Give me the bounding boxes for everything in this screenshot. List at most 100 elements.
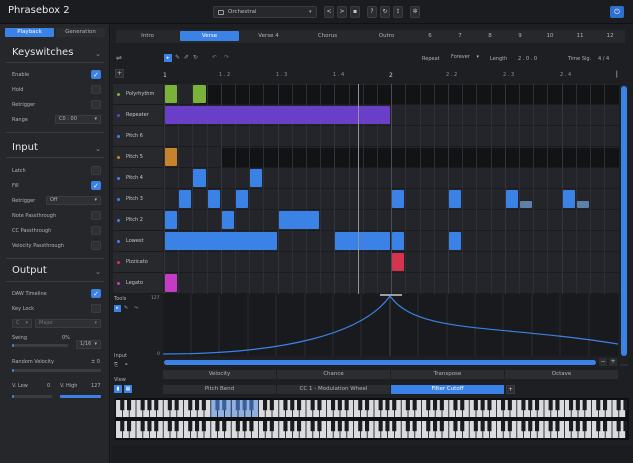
note-block[interactable] — [165, 274, 178, 292]
note-block[interactable] — [278, 211, 320, 229]
tab-cc[interactable]: Filter Cutoff — [391, 385, 504, 394]
tab-section-8[interactable]: 8 — [476, 31, 504, 41]
piano-view-icon[interactable]: ▮ — [114, 385, 122, 393]
next-preset-button[interactable]: > — [337, 6, 347, 18]
note-block[interactable] — [392, 190, 405, 208]
lane-label[interactable]: Pitch 6 — [113, 126, 163, 147]
vlow-slider[interactable] — [12, 395, 52, 398]
note-block[interactable] — [335, 232, 391, 250]
lane-label[interactable]: Repeater — [113, 105, 163, 126]
vertical-scrollbar[interactable] — [620, 84, 628, 364]
note-block[interactable] — [221, 211, 234, 229]
tab-generation[interactable]: Generation — [56, 28, 105, 37]
note-block[interactable] — [165, 106, 391, 124]
swing-slider[interactable] — [12, 344, 68, 347]
lane-label[interactable]: Pitch 3 — [113, 189, 163, 210]
range-select[interactable]: C0 : 00 ▾ — [55, 115, 101, 124]
tab-param-transpose[interactable]: Transpose — [391, 370, 504, 379]
vhigh-slider[interactable] — [60, 395, 101, 398]
lane-label[interactable]: Pizzicato — [113, 252, 163, 273]
tab-section-9[interactable]: 9 — [506, 31, 534, 41]
tab-section-outro[interactable]: Outro — [357, 31, 416, 41]
zoom-in-button[interactable]: + — [609, 358, 617, 366]
tab-section-verse[interactable]: Verse — [180, 31, 239, 41]
note-block[interactable] — [165, 148, 178, 166]
piano-keyboard[interactable] — [115, 398, 629, 440]
retrigger-select[interactable]: Off ▾ — [46, 196, 101, 205]
tab-param-octave[interactable]: Octave — [505, 370, 618, 379]
curve-tool-icon[interactable]: ⤳ — [134, 305, 138, 311]
playhead[interactable] — [358, 84, 359, 294]
random-velocity-slider[interactable] — [12, 369, 101, 372]
chevron-down-icon[interactable]: ⌄ — [95, 268, 101, 276]
note-block[interactable] — [193, 169, 206, 187]
tab-section-10[interactable]: 10 — [536, 31, 564, 41]
chevron-down-icon[interactable]: ⌄ — [95, 145, 101, 153]
add-lane-button[interactable]: + — [115, 69, 124, 78]
export-icon[interactable]: ⇪ — [393, 6, 403, 18]
undo-icon[interactable]: ↶ — [212, 54, 217, 61]
lane-label[interactable]: Pitch 5 — [113, 147, 163, 168]
refresh-icon[interactable]: ↻ — [380, 6, 390, 18]
note-block[interactable] — [505, 190, 518, 208]
latch-checkbox[interactable] — [91, 166, 101, 175]
grid-view-icon[interactable]: ▦ — [124, 385, 132, 393]
power-icon[interactable]: ⏻ — [610, 6, 624, 18]
note-block[interactable] — [562, 190, 575, 208]
tab-param-chance[interactable]: Chance — [277, 370, 390, 379]
note-block[interactable] — [193, 85, 206, 103]
zoom-out-button[interactable]: − — [599, 358, 607, 366]
tab-cc[interactable]: CC 1 - Modulation Wheel — [277, 385, 390, 394]
tab-section-chorus[interactable]: Chorus — [298, 31, 357, 41]
help-button[interactable]: ? — [367, 6, 377, 18]
key-lock-checkbox[interactable] — [91, 304, 101, 313]
velocity-passthrough-checkbox[interactable] — [91, 241, 101, 250]
note-block[interactable] — [165, 211, 178, 229]
loop-tool-icon[interactable]: ↻ — [193, 54, 198, 61]
cc-passthrough-checkbox[interactable] — [91, 226, 101, 235]
lane-label[interactable]: Polyrhythm — [113, 84, 163, 105]
fill-checkbox[interactable]: ✓ — [91, 181, 101, 190]
ghost-note-block[interactable] — [576, 201, 589, 208]
tab-playback[interactable]: Playback — [5, 28, 54, 37]
note-block[interactable] — [392, 232, 405, 250]
scrollbar-thumb[interactable] — [164, 360, 596, 365]
automation-curve-editor[interactable] — [163, 294, 618, 356]
key-select[interactable]: C ▾ — [12, 319, 32, 328]
tab-section-7[interactable]: 7 — [446, 31, 474, 41]
redo-icon[interactable]: ↷ — [224, 54, 229, 61]
note-block[interactable] — [236, 190, 249, 208]
tab-section-intro[interactable]: Intro — [118, 31, 177, 41]
repeat-select[interactable]: Forever ▾ — [448, 54, 482, 63]
pencil-tool-icon[interactable]: ✎ — [175, 54, 180, 61]
scrollbar-thumb[interactable] — [621, 86, 627, 356]
pencil-tool-icon[interactable]: ✎ — [124, 305, 128, 311]
note-passthrough-checkbox[interactable] — [91, 211, 101, 220]
tab-section-6[interactable]: 6 — [416, 31, 444, 41]
lane-label[interactable]: Legato — [113, 273, 163, 294]
horizontal-scrollbar[interactable] — [163, 359, 597, 366]
tab-section-verse-4[interactable]: Verse 4 — [239, 31, 298, 41]
tab-cc[interactable]: Pitch Bend — [163, 385, 276, 394]
note-block[interactable] — [179, 190, 192, 208]
note-block[interactable] — [392, 253, 405, 271]
lane-label[interactable]: Pitch 4 — [113, 168, 163, 189]
tab-section-11[interactable]: 11 — [566, 31, 594, 41]
tab-param-velocity[interactable]: Velocity — [163, 370, 276, 379]
lane-label[interactable]: Pitch 2 — [113, 210, 163, 231]
scale-select[interactable]: Major ▾ — [35, 319, 101, 328]
swing-division-select[interactable]: 1/16 ▾ — [76, 340, 101, 349]
note-block[interactable] — [449, 190, 462, 208]
tab-section-12[interactable]: 12 — [596, 31, 624, 41]
length-value[interactable]: 2 . 0 . 0 — [518, 56, 537, 62]
loop-end-marker-icon[interactable]: ❘ — [614, 70, 620, 78]
note-block[interactable] — [250, 169, 263, 187]
note-block[interactable] — [165, 232, 277, 250]
keyboard-keys[interactable] — [115, 398, 629, 440]
pointer-tool-icon[interactable]: ▸ — [164, 54, 172, 62]
note-block[interactable] — [165, 85, 178, 103]
pointer-tool-icon[interactable]: ▸ — [114, 305, 121, 312]
note-block[interactable] — [207, 190, 220, 208]
retrigger-checkbox[interactable] — [91, 100, 101, 109]
automation-curve[interactable] — [163, 294, 618, 356]
